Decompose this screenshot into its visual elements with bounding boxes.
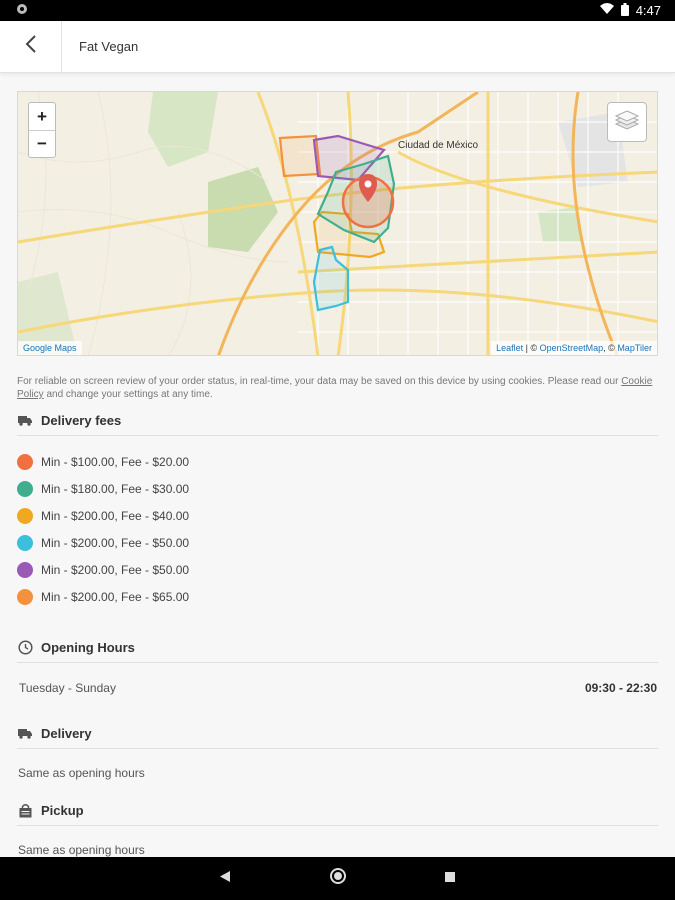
opening-times: 09:30 - 22:30 [584, 681, 657, 695]
zoom-control: + − [28, 102, 56, 158]
system-navigation-bar [0, 857, 675, 900]
layers-button[interactable] [607, 102, 647, 142]
fee-label: Min - $200.00, Fee - $65.00 [41, 590, 190, 604]
list-item: Min - $200.00, Fee - $65.00 [17, 588, 189, 606]
opening-hours-header: Opening Hours [17, 633, 658, 663]
cookie-text: For reliable on screen review of your or… [17, 376, 622, 387]
map-tiles [18, 92, 657, 355]
zone-color-dot [17, 535, 33, 551]
back-button[interactable] [0, 20, 62, 73]
status-bar: 4:47 [0, 0, 675, 21]
map-city-label: Ciudad de México [398, 140, 479, 151]
zoom-in-button[interactable]: + [29, 103, 55, 130]
pickup-header: Pickup [17, 796, 658, 826]
back-nav-button[interactable] [195, 857, 255, 900]
attribution-separator: , © [603, 343, 618, 353]
leaflet-link[interactable]: Leaflet [496, 343, 523, 353]
fee-label: Min - $100.00, Fee - $20.00 [41, 455, 190, 469]
opening-days: Tuesday - Sunday [19, 681, 116, 695]
zone-color-dot [17, 589, 33, 605]
fee-label: Min - $200.00, Fee - $40.00 [41, 509, 190, 523]
clock: 4:47 [635, 3, 661, 18]
fee-label: Min - $200.00, Fee - $50.00 [41, 563, 190, 577]
section-title: Pickup [41, 803, 84, 818]
truck-icon [17, 413, 33, 429]
square-recents-icon [444, 870, 456, 888]
delivery-hours: Same as opening hours [18, 766, 145, 780]
cookie-notice: For reliable on screen review of your or… [17, 375, 657, 401]
shopping-bag-icon [17, 803, 33, 819]
zone-color-dot [17, 481, 33, 497]
chevron-left-icon [25, 34, 37, 59]
delivery-fees-header: Delivery fees [17, 406, 658, 436]
zone-color-dot [17, 562, 33, 578]
cookie-text-end: and change your settings at any time. [43, 389, 213, 400]
list-item: Min - $200.00, Fee - $50.00 [17, 534, 189, 552]
fee-label: Min - $180.00, Fee - $30.00 [41, 482, 190, 496]
clock-icon [17, 640, 33, 656]
section-title: Opening Hours [41, 640, 135, 655]
notification-icon [16, 3, 28, 18]
app-bar: Fat Vegan [0, 20, 675, 73]
restaurant-info: Ciudad de México + − Google Maps Leaflet… [0, 78, 675, 857]
section-title: Delivery [41, 726, 92, 741]
zone-color-dot [17, 508, 33, 524]
zoom-out-button[interactable]: − [29, 130, 55, 157]
delivery-map[interactable]: Ciudad de México + − Google Maps Leaflet… [17, 91, 658, 356]
triangle-back-icon [219, 870, 231, 888]
list-item: Min - $200.00, Fee - $50.00 [17, 561, 189, 579]
attribution-separator: | © [523, 343, 540, 353]
wifi-icon [599, 3, 614, 18]
battery-icon [620, 2, 629, 19]
recents-nav-button[interactable] [420, 857, 480, 900]
page-title: Fat Vegan [79, 39, 139, 54]
section-title: Delivery fees [41, 413, 122, 428]
fee-label: Min - $200.00, Fee - $50.00 [41, 536, 190, 550]
home-nav-button[interactable] [308, 857, 368, 900]
pickup-hours: Same as opening hours [18, 843, 145, 857]
google-maps-attribution[interactable]: Google Maps [18, 341, 82, 355]
delivery-header: Delivery [17, 719, 658, 749]
list-item: Min - $100.00, Fee - $20.00 [17, 453, 189, 471]
home-circle-icon [330, 868, 346, 889]
openstreetmap-link[interactable]: OpenStreetMap [540, 343, 604, 353]
zone-color-dot [17, 454, 33, 470]
list-item: Min - $200.00, Fee - $40.00 [17, 507, 189, 525]
layers-icon [614, 109, 640, 136]
truck-icon [17, 726, 33, 742]
list-item: Min - $180.00, Fee - $30.00 [17, 480, 189, 498]
map-attribution: Leaflet | © OpenStreetMap, © MapTiler [491, 341, 657, 355]
maptiler-link[interactable]: MapTiler [617, 343, 652, 353]
